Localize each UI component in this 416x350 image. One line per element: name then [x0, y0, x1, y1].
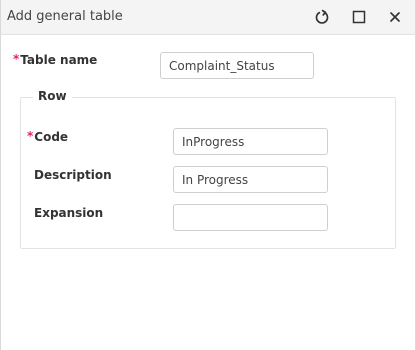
- close-button[interactable]: [384, 6, 406, 28]
- close-icon: [389, 11, 401, 23]
- description-label: Description: [34, 168, 112, 182]
- required-indicator: *: [27, 129, 34, 143]
- table-name-label: *Table name: [13, 52, 98, 67]
- add-general-table-dialog: Add general table *Table name Complaint_…: [0, 0, 416, 350]
- code-input[interactable]: [173, 128, 328, 155]
- dialog-title: Add general table: [7, 9, 123, 24]
- description-input[interactable]: [173, 166, 328, 193]
- table-name-input[interactable]: [160, 52, 314, 79]
- refresh-button[interactable]: [311, 6, 333, 28]
- row-legend: Row: [33, 89, 72, 103]
- expansion-label: Expansion: [34, 206, 104, 220]
- code-label-text: Code: [34, 130, 69, 144]
- required-indicator: *: [13, 52, 20, 66]
- maximize-button[interactable]: [348, 6, 370, 28]
- maximize-icon: [352, 10, 366, 24]
- refresh-icon: [314, 9, 330, 25]
- dialog-titlebar: Add general table: [1, 0, 415, 35]
- table-name-label-text: Table name: [20, 53, 98, 67]
- expansion-input[interactable]: [173, 204, 328, 231]
- code-label: *Code: [27, 129, 69, 144]
